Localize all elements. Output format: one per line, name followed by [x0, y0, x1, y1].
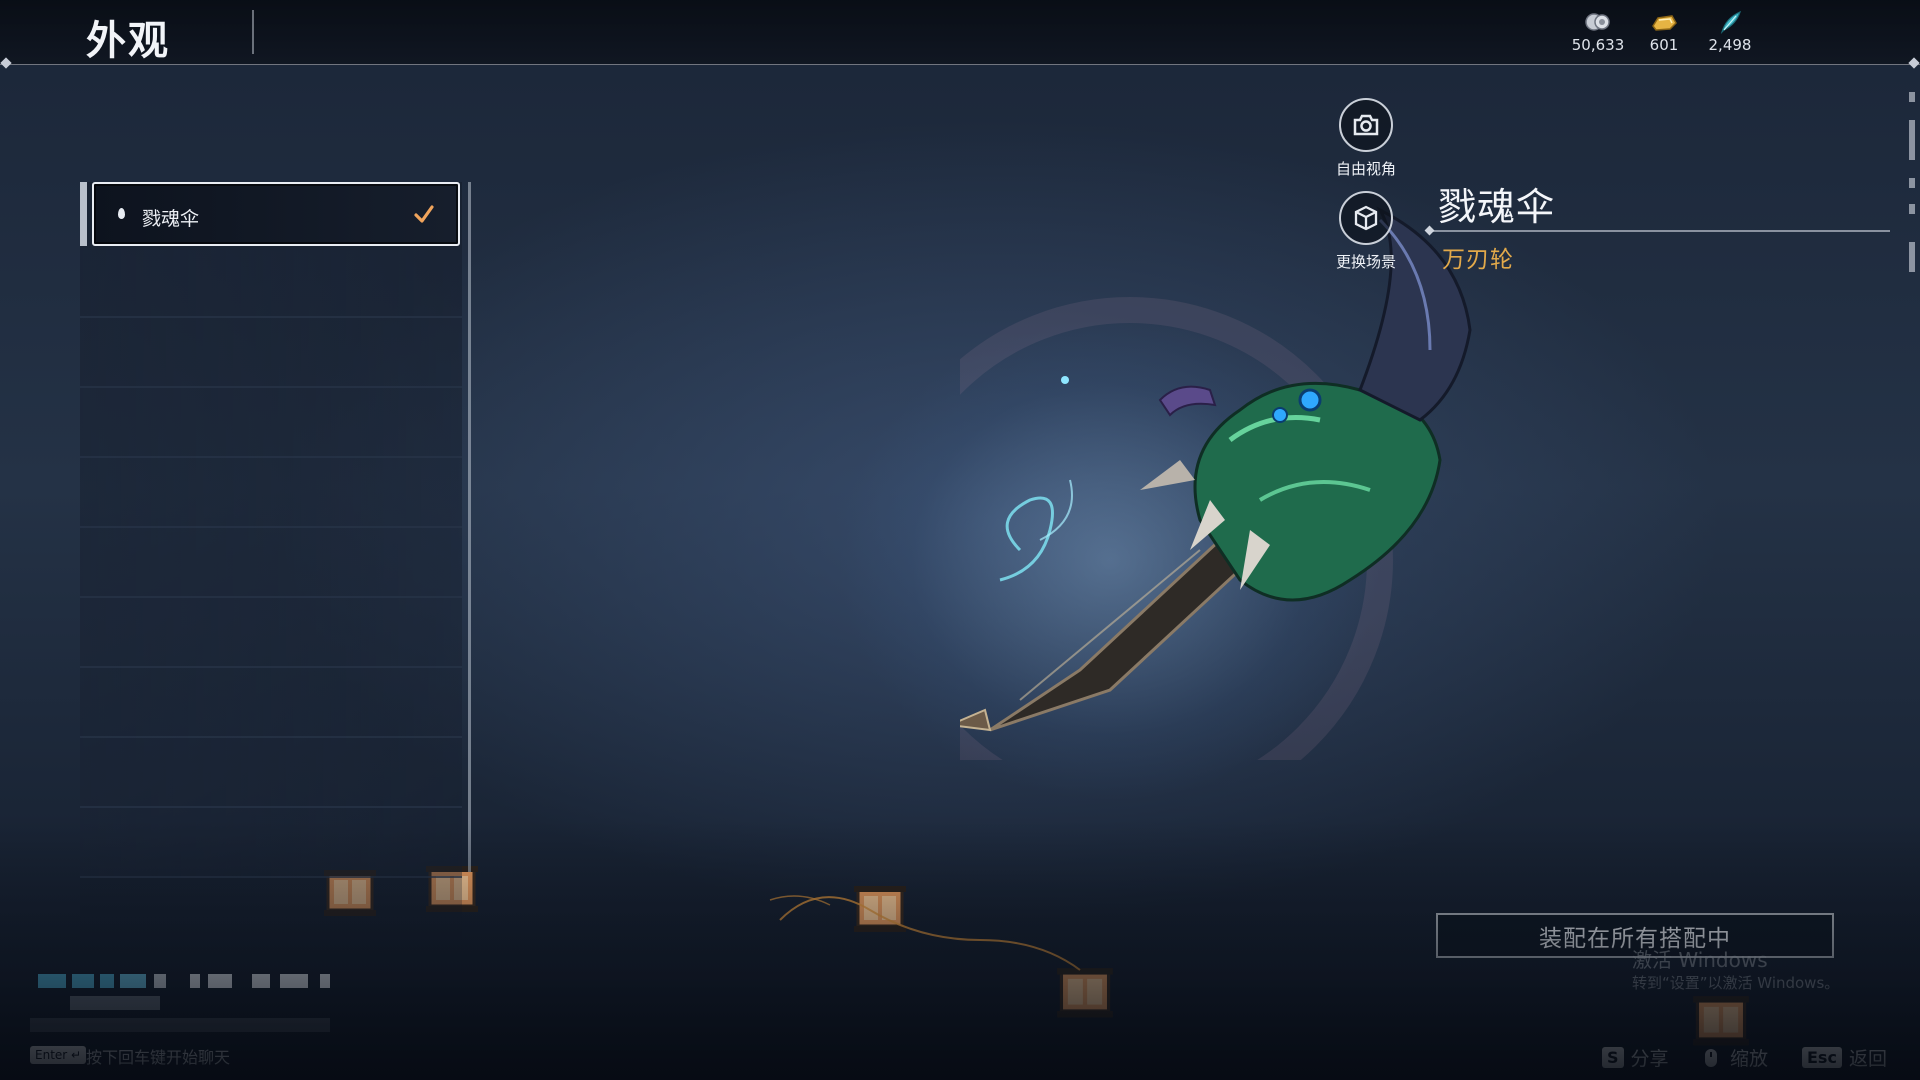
bar-end-diamond — [1908, 57, 1920, 69]
list-empty-slot — [80, 528, 462, 598]
item-type: 万刃轮 — [1442, 247, 1514, 273]
scene-cube-icon — [1354, 205, 1378, 231]
chat-hint: 按下回车键开始聊天 — [86, 1048, 231, 1067]
share-label: 分享 — [1630, 1048, 1669, 1070]
esc-key: Esc — [1802, 1047, 1842, 1068]
list-empty-slot — [80, 668, 462, 738]
water-glow-decoration — [769, 895, 1081, 971]
list-empty-slot — [80, 808, 462, 878]
silver-coin-icon — [1585, 13, 1610, 31]
chat-log-pixelated — [30, 972, 360, 1042]
windows-watermark: 激活 Windows — [1632, 948, 1768, 972]
change-scene-circle — [1339, 191, 1393, 245]
s-key: S — [1602, 1047, 1624, 1068]
list-empty-slot — [80, 598, 462, 668]
share-hint[interactable]: S 分享 — [1602, 1044, 1669, 1071]
list-empty-slot — [80, 318, 462, 388]
list-empty-slot — [80, 458, 462, 528]
page-title: 外观 — [86, 18, 170, 64]
free-view-circle — [1339, 98, 1393, 152]
back-label: 返回 — [1848, 1048, 1887, 1070]
mouse-icon — [1705, 1048, 1717, 1067]
list-empty-slot — [80, 738, 462, 808]
list-scrollbar[interactable] — [468, 182, 471, 872]
free-view-button[interactable]: 自由视角 — [1306, 98, 1426, 179]
gold-ingot-icon — [1652, 15, 1677, 31]
appearance-list: 戮魂伞 — [80, 182, 471, 952]
back-hint[interactable]: Esc 返回 — [1802, 1044, 1887, 1071]
change-scene-label: 更换场景 — [1335, 253, 1396, 271]
item-name: 戮魂伞 — [1438, 185, 1556, 229]
check-icon — [414, 205, 434, 223]
title-divider — [252, 10, 254, 54]
zoom-label: 缩放 — [1730, 1048, 1769, 1070]
rarity-drop-icon — [118, 208, 125, 219]
camera-icon — [1353, 114, 1379, 136]
currency-jade: 2,498 — [1690, 10, 1770, 54]
list-accent-bar — [80, 182, 87, 246]
jade-feather-icon — [1720, 10, 1741, 34]
windows-watermark-sub: 转到“设置”以激活 Windows。 — [1632, 974, 1840, 992]
list-empty-slot — [80, 388, 462, 458]
item-name-divider — [1430, 230, 1890, 232]
weapon-model[interactable] — [960, 200, 1640, 760]
top-bar: 外观 50,633 601 2,498 — [0, 0, 1920, 69]
currency-value: 2,498 — [1708, 36, 1752, 54]
appearance-screen: 外观 50,633 601 2,498 戮魂伞 自由视角 更换场景 戮魂伞 万刃… — [0, 0, 1920, 1080]
list-item-selected[interactable]: 戮魂伞 — [92, 182, 460, 246]
enter-key-icon: Enter ↵ — [30, 1046, 87, 1064]
zoom-hint[interactable]: 缩放 — [1700, 1044, 1768, 1071]
bar-end-diamond — [0, 57, 12, 69]
page-scrollbar[interactable] — [1909, 92, 1915, 282]
list-empty-slot — [80, 248, 462, 318]
free-view-label: 自由视角 — [1335, 160, 1396, 178]
list-item-label: 戮魂伞 — [142, 208, 200, 230]
change-scene-button[interactable]: 更换场景 — [1306, 191, 1426, 272]
